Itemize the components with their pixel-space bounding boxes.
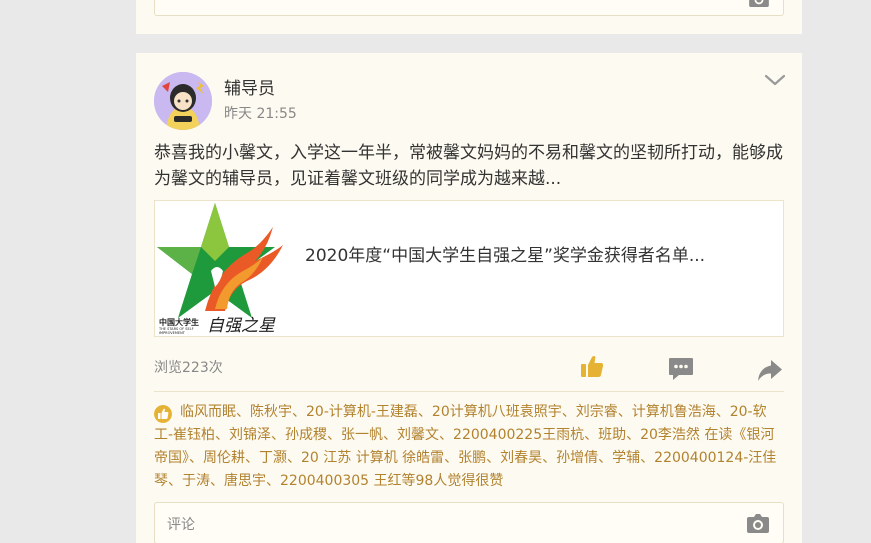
likes-list[interactable]: 临风而眠、陈秋宇、20-计算机-王建磊、20计算机八班袁照宇、刘宗睿、计算机鲁浩… <box>154 401 784 493</box>
camera-icon[interactable] <box>749 0 769 7</box>
chevron-down-icon[interactable] <box>764 73 786 87</box>
shared-link-title[interactable]: 2020年度“中国大学生自强之星”奖学金获得者名单... <box>305 241 775 266</box>
previous-comment-input[interactable] <box>154 0 784 16</box>
shared-link-card[interactable]: 中国大学生 THE STARS OF SELF IMPROVEMENT 自强之星… <box>154 200 784 337</box>
comment-placeholder: 评论 <box>167 517 195 533</box>
thumbs-up-icon[interactable] <box>578 353 606 381</box>
logo-text-cn: 中国大学生 <box>159 317 199 327</box>
post-text: 恭喜我的小馨文，入学这一年半，常被馨文妈妈的不易和馨文的坚韧所打动，能够成为馨文… <box>154 143 783 189</box>
share-arrow-icon[interactable] <box>756 357 784 385</box>
author-name[interactable]: 辅导员 <box>224 74 275 99</box>
avatar-image <box>154 72 212 130</box>
shared-link-thumbnail: 中国大学生 THE STARS OF SELF IMPROVEMENT 自强之星 <box>155 201 290 336</box>
camera-icon[interactable] <box>747 514 769 533</box>
post-timestamp: 昨天 21:55 <box>224 106 297 122</box>
logo-script-text: 自强之星 <box>207 316 276 336</box>
comment-input[interactable]: 评论 <box>154 502 784 543</box>
view-count: 浏览223次 <box>154 360 223 376</box>
divider <box>154 391 784 392</box>
logo-text-en2: IMPROVEMENT <box>159 331 186 335</box>
feed-page: 辅导员 昨天 21:55 恭喜我的小馨文，入学这一年半，常被馨文妈妈的不易和馨文… <box>0 0 871 543</box>
previous-post-card <box>136 0 802 34</box>
star-logo-image: 中国大学生 THE STARS OF SELF IMPROVEMENT 自强之星 <box>157 203 283 336</box>
post-card: 辅导员 昨天 21:55 恭喜我的小馨文，入学这一年半，常被馨文妈妈的不易和馨文… <box>136 53 802 543</box>
avatar[interactable] <box>154 72 212 130</box>
comment-icon[interactable] <box>667 355 695 383</box>
